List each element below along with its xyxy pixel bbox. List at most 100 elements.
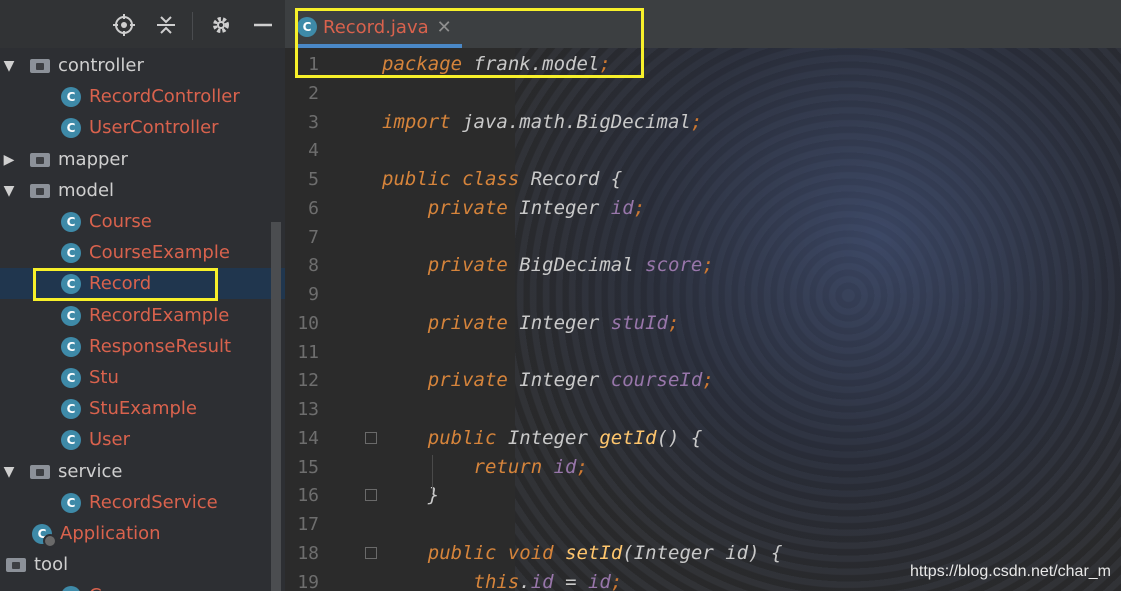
tree-item-recordservice[interactable]: C RecordService <box>0 487 285 518</box>
code-line: this.id = id; <box>473 571 623 591</box>
tree-item-responseresult[interactable]: C ResponseResult <box>0 331 285 362</box>
tree-item-label: RecordExample <box>89 305 230 326</box>
line-number: 10 <box>297 313 319 334</box>
line-number: 9 <box>308 284 319 305</box>
package-folder-icon <box>6 557 26 572</box>
tree-item-c-[interactable]: C C... <box>0 580 285 591</box>
code-line: return id; <box>473 456 588 478</box>
line-number: 17 <box>297 514 319 535</box>
locate-icon[interactable] <box>111 12 137 38</box>
line-number: 19 <box>297 572 319 591</box>
tree-item-usercontroller[interactable]: C UserController <box>0 112 285 143</box>
line-number: 18 <box>297 543 319 564</box>
code-line: private Integer stuId; <box>427 312 680 334</box>
fold-marker-icon[interactable] <box>365 489 377 501</box>
expanded-arrow-icon[interactable]: ▼ <box>2 183 16 199</box>
line-number: 13 <box>297 399 319 420</box>
tree-item-label: StuExample <box>89 398 197 419</box>
tree-item-label: CourseExample <box>89 242 230 263</box>
watermark: https://blog.csdn.net/char_m <box>910 563 1111 580</box>
tree-item-label: tool <box>34 554 69 575</box>
tree-item-label: model <box>58 180 115 201</box>
expanded-arrow-icon[interactable]: ▼ <box>2 58 16 74</box>
line-number: 3 <box>308 112 319 133</box>
highlight-box-record <box>33 268 218 301</box>
class-icon: C <box>61 492 81 513</box>
class-icon: C <box>61 117 81 138</box>
package-folder-icon <box>30 464 50 479</box>
line-number: 16 <box>297 485 319 506</box>
tree-item-label: RecordService <box>89 492 218 513</box>
line-number: 7 <box>308 227 319 248</box>
tree-item-label: User <box>89 429 131 450</box>
package-folder-icon <box>30 183 50 198</box>
class-icon: C <box>61 585 81 591</box>
class-icon: C <box>61 367 81 388</box>
tree-item-label: Course <box>89 211 152 232</box>
tree-item-model[interactable]: ▼ model <box>0 175 285 206</box>
tree-item-label: mapper <box>58 149 128 170</box>
code-line: public void setId(Integer id) { <box>427 542 783 564</box>
tree-item-label: C... <box>89 585 119 591</box>
tree-item-label: RecordController <box>89 86 240 107</box>
tree-item-label: ResponseResult <box>89 336 232 357</box>
collapse-icon[interactable] <box>153 12 179 38</box>
code-line: private Integer id; <box>427 197 646 219</box>
editor-background-image <box>515 0 1121 591</box>
class-icon: C <box>61 429 81 450</box>
tree-item-mapper[interactable]: ▶ mapper <box>0 144 285 175</box>
tree-item-service[interactable]: ▼ service <box>0 456 285 487</box>
toolbar-separator <box>192 12 193 40</box>
class-icon: C <box>61 336 81 357</box>
tree-item-application[interactable]: C Application <box>0 518 285 549</box>
tree-item-recordexample[interactable]: C RecordExample <box>0 300 285 331</box>
package-folder-icon <box>30 58 50 73</box>
line-number: 6 <box>308 198 319 219</box>
tree-item-user[interactable]: C User <box>0 424 285 455</box>
code-line: private BigDecimal score; <box>427 254 714 276</box>
minimize-icon[interactable] <box>250 12 276 38</box>
tree-item-tool[interactable]: tool <box>0 549 285 580</box>
tree-item-label: Application <box>60 523 161 544</box>
line-number: 4 <box>308 140 319 161</box>
tree-item-stuexample[interactable]: C StuExample <box>0 393 285 424</box>
line-number: 12 <box>297 370 319 391</box>
fold-marker-icon[interactable] <box>365 547 377 559</box>
tree-item-stu[interactable]: C Stu <box>0 362 285 393</box>
code-line: public Integer getId() { <box>427 427 703 449</box>
tree-item-recordcontroller[interactable]: C RecordController <box>0 81 285 112</box>
code-line: package frank.model; <box>382 53 611 75</box>
class-icon: C <box>61 305 81 326</box>
tree-item-label: UserController <box>89 117 219 138</box>
fold-marker-icon[interactable] <box>365 432 377 444</box>
tree-item-label: service <box>58 461 123 482</box>
line-number: 2 <box>308 83 319 104</box>
gear-icon[interactable] <box>208 12 234 38</box>
code-line: } <box>382 484 440 506</box>
tree-item-courseexample[interactable]: C CourseExample <box>0 237 285 268</box>
code-line: private Integer courseId; <box>427 369 714 391</box>
line-number: 15 <box>297 457 319 478</box>
collapsed-arrow-icon[interactable]: ▶ <box>2 152 16 168</box>
class-icon: C <box>61 211 81 232</box>
tree-item-label: controller <box>58 55 144 76</box>
package-folder-icon <box>30 152 50 167</box>
class-icon: C <box>61 242 81 263</box>
tree-item-controller[interactable]: ▼ controller <box>0 50 285 81</box>
expanded-arrow-icon[interactable]: ▼ <box>2 464 16 480</box>
tree-item-course[interactable]: C Course <box>0 206 285 237</box>
class-icon: C <box>61 398 81 419</box>
line-number: 11 <box>297 342 319 363</box>
tree-item-label: Stu <box>89 367 119 388</box>
sidebar-scrollbar[interactable] <box>271 222 281 591</box>
code-line: import java.math.BigDecimal; <box>382 111 703 133</box>
application-class-icon: C <box>32 523 57 548</box>
line-number: 1 <box>308 54 319 75</box>
indent-guide <box>432 455 433 493</box>
project-toolbar <box>0 0 285 48</box>
class-icon: C <box>61 86 81 107</box>
code-line: public class Record { <box>382 168 623 190</box>
line-number: 8 <box>308 255 319 276</box>
project-tree-panel: ▼ controller C RecordController C UserControl… <box>0 0 285 591</box>
line-number: 14 <box>297 428 319 449</box>
